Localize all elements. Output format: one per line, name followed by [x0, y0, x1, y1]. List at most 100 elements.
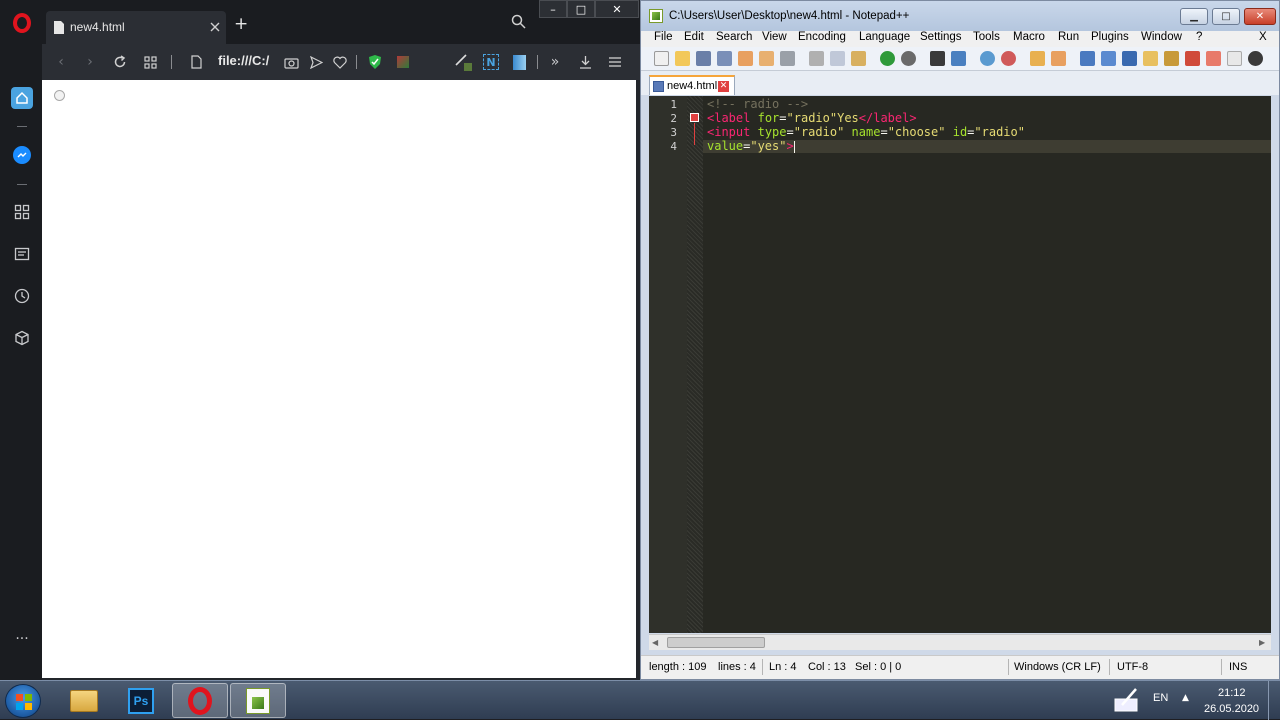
opera-window: ··· new4.html + – □ ✕ ‹ › file:///C:/ N … — [0, 0, 640, 680]
record-macro-icon[interactable] — [1227, 51, 1242, 66]
maximize-button[interactable]: □ — [567, 0, 595, 18]
status-length: length : 109 — [649, 661, 707, 673]
close-tab-icon[interactable]: ✕ — [718, 81, 729, 92]
monitoring-icon[interactable] — [1248, 51, 1263, 66]
snapshot-icon[interactable] — [281, 52, 301, 72]
adblock-shield-icon[interactable] — [365, 52, 385, 72]
browser-tab[interactable]: new4.html — [46, 11, 226, 44]
scroll-right-arrow-icon[interactable]: ▶ — [1259, 638, 1265, 647]
back-icon[interactable]: ‹ — [51, 52, 71, 72]
more-options-icon[interactable]: ··· — [11, 628, 33, 650]
scroll-left-arrow-icon[interactable]: ◀ — [652, 638, 658, 647]
open-file-icon[interactable] — [675, 51, 690, 66]
home-icon[interactable] — [11, 87, 33, 109]
more-extensions-icon[interactable]: » — [545, 52, 565, 72]
menu-file[interactable]: File — [654, 31, 673, 43]
menu-language[interactable]: Language — [859, 31, 910, 43]
language-indicator[interactable]: EN — [1153, 692, 1168, 704]
reload-icon[interactable] — [110, 52, 130, 72]
close-file-icon[interactable] — [738, 51, 753, 66]
page-viewport — [42, 80, 636, 678]
search-tabs-icon[interactable] — [511, 14, 526, 29]
easy-setup-icon[interactable] — [605, 52, 625, 72]
sync-horizontal-icon[interactable] — [1051, 51, 1066, 66]
menu-settings[interactable]: Settings — [920, 31, 962, 43]
code-editor[interactable]: 1 2 3 4 <!-- radio --> <label for="radio… — [649, 96, 1271, 633]
menu-close-doc[interactable]: X — [1259, 31, 1267, 43]
copy-icon[interactable] — [830, 51, 845, 66]
bookmark-heart-icon[interactable] — [330, 52, 350, 72]
indent-guide-icon[interactable] — [1122, 51, 1137, 66]
menu-search[interactable]: Search — [716, 31, 752, 43]
npp-minimize-button[interactable]: ▁ — [1180, 8, 1208, 25]
paste-icon[interactable] — [851, 51, 866, 66]
udl-icon[interactable] — [1143, 51, 1158, 66]
save-icon[interactable] — [696, 51, 711, 66]
minimize-button[interactable]: – — [539, 0, 567, 18]
sync-vertical-icon[interactable] — [1030, 51, 1045, 66]
menu-window[interactable]: Window — [1141, 31, 1182, 43]
close-all-icon[interactable] — [759, 51, 774, 66]
menu-plugins[interactable]: Plugins — [1091, 31, 1129, 43]
pen-input-icon[interactable] — [1112, 685, 1142, 715]
extension-n-icon[interactable]: N — [481, 52, 501, 72]
clock-date[interactable]: 26.05.2020 — [1204, 703, 1259, 715]
menu-view[interactable]: View — [762, 31, 787, 43]
scrollbar-thumb[interactable] — [667, 637, 765, 648]
close-window-button[interactable]: ✕ — [595, 0, 639, 18]
page-info-icon[interactable] — [186, 52, 206, 72]
npp-close-button[interactable]: ✕ — [1244, 8, 1276, 25]
download-icon[interactable] — [575, 52, 595, 72]
replace-icon[interactable] — [951, 51, 966, 66]
menu-tools[interactable]: Tools — [973, 31, 1000, 43]
start-button[interactable] — [5, 684, 41, 718]
word-wrap-icon[interactable] — [1080, 51, 1095, 66]
function-list-icon[interactable] — [1185, 51, 1200, 66]
speed-dial-icon[interactable] — [11, 201, 33, 223]
find-icon[interactable] — [930, 51, 945, 66]
new-tab-button[interactable]: + — [234, 16, 248, 33]
show-hidden-icons-icon[interactable]: ▲ — [1182, 693, 1189, 703]
tabs-grid-icon[interactable] — [140, 52, 160, 72]
send-icon[interactable] — [306, 52, 326, 72]
messenger-icon[interactable] — [11, 144, 33, 166]
menu-macro[interactable]: Macro — [1013, 31, 1045, 43]
npp-maximize-button[interactable]: □ — [1212, 8, 1240, 25]
extension-cube-icon[interactable] — [393, 52, 413, 72]
folder-workspace-icon[interactable] — [1206, 51, 1221, 66]
notepad-taskbar-button[interactable] — [230, 683, 286, 718]
extension-book-icon[interactable] — [509, 52, 529, 72]
zoom-in-icon[interactable] — [980, 51, 995, 66]
new-file-icon[interactable] — [654, 51, 669, 66]
history-icon[interactable] — [11, 285, 33, 307]
horizontal-scrollbar[interactable]: ◀ ▶ — [649, 634, 1271, 650]
doc-map-icon[interactable] — [1164, 51, 1179, 66]
color-picker-icon[interactable] — [453, 52, 473, 72]
clock-time[interactable]: 21:12 — [1218, 687, 1246, 699]
opera-taskbar-button[interactable] — [172, 683, 228, 718]
photoshop-taskbar-button[interactable]: Ps — [113, 683, 169, 718]
show-desktop-button[interactable] — [1268, 681, 1280, 720]
zoom-out-icon[interactable] — [1001, 51, 1016, 66]
close-tab-icon[interactable] — [210, 22, 220, 32]
cut-icon[interactable] — [809, 51, 824, 66]
radio-button[interactable] — [54, 90, 65, 101]
menu-help[interactable]: ? — [1196, 31, 1202, 43]
opera-logo-icon[interactable] — [13, 13, 31, 33]
menu-edit[interactable]: Edit — [684, 31, 704, 43]
print-icon[interactable] — [780, 51, 795, 66]
menu-encoding[interactable]: Encoding — [798, 31, 846, 43]
save-all-icon[interactable] — [717, 51, 732, 66]
forward-icon[interactable]: › — [80, 52, 100, 72]
menu-run[interactable]: Run — [1058, 31, 1079, 43]
fold-marker-icon[interactable] — [690, 113, 699, 122]
undo-icon[interactable] — [880, 51, 895, 66]
explorer-taskbar-button[interactable] — [56, 683, 112, 718]
attr-token: value — [707, 139, 744, 153]
npp-file-tab[interactable]: new4.html ✕ — [649, 75, 735, 95]
redo-icon[interactable] — [901, 51, 916, 66]
news-icon[interactable] — [11, 243, 33, 265]
show-all-chars-icon[interactable] — [1101, 51, 1116, 66]
extensions-icon[interactable] — [11, 327, 33, 349]
address-bar[interactable]: file:///C:/ — [218, 53, 269, 68]
